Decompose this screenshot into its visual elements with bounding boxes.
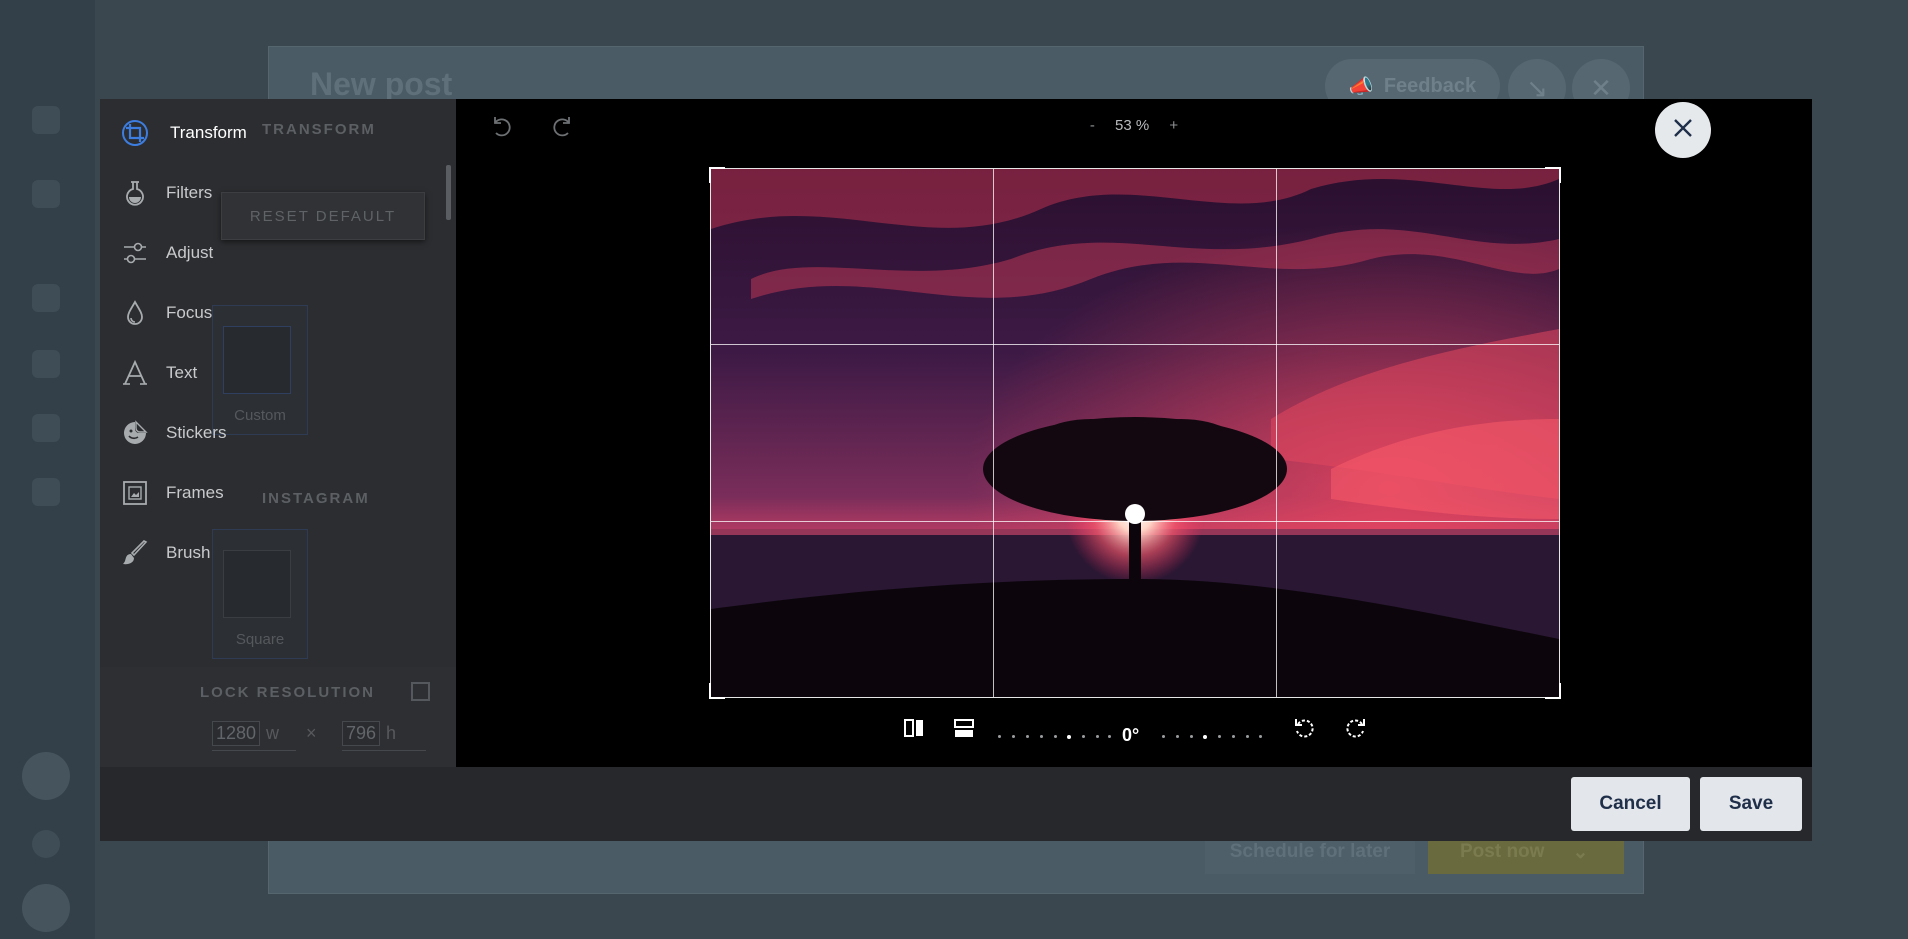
crop-icon: [120, 118, 150, 148]
bg-settings-icon: [32, 830, 60, 858]
filter-flask-icon: [120, 178, 150, 208]
bg-nav-icon: [32, 284, 60, 312]
height-value: 796: [342, 721, 381, 746]
menu-item-label: Adjust: [166, 243, 214, 262]
brush-icon: [120, 538, 150, 568]
bg-nav-icon: [32, 106, 60, 134]
close-icon: [1672, 117, 1694, 144]
flip-horizontal-button[interactable]: [900, 716, 928, 744]
menu-item-adjust[interactable]: Adjust: [120, 233, 213, 273]
rotate-right-button[interactable]: [1341, 716, 1369, 744]
crop-frame[interactable]: [710, 168, 1560, 698]
menu-item-label: Text: [166, 363, 198, 382]
zoom-in-button[interactable]: +: [1169, 117, 1178, 134]
crop-handle-top-left[interactable]: [709, 167, 725, 183]
editor-close-button[interactable]: [1655, 102, 1711, 158]
bg-nav-icon: [32, 180, 60, 208]
custom-ratio-preview: [223, 326, 291, 394]
bg-help-icon: [22, 752, 70, 800]
background-nav-rail: [0, 0, 95, 939]
editor-footer: [100, 767, 1812, 841]
rotate-right-icon: [1343, 716, 1367, 745]
custom-ratio-label: Custom: [234, 407, 286, 424]
panel-scrollbar[interactable]: [446, 165, 451, 220]
transform-section-heading: TRANSFORM: [262, 121, 376, 138]
menu-item-frames[interactable]: Frames: [120, 473, 224, 513]
width-input[interactable]: 1280 w: [212, 717, 296, 751]
crop-handle-bottom-right[interactable]: [1545, 683, 1561, 699]
rotation-slider-left[interactable]: [998, 735, 1111, 739]
rotate-left-button[interactable]: [1291, 716, 1319, 744]
menu-item-label: Transform: [170, 123, 247, 142]
zoom-control: - 53 % +: [456, 117, 1812, 134]
square-ratio-preview: [223, 550, 291, 618]
height-unit: h: [386, 723, 397, 743]
chevron-down-icon: ⌄: [1572, 841, 1589, 863]
width-unit: w: [266, 723, 280, 743]
sticker-icon: [120, 418, 150, 448]
times-separator: ×: [306, 723, 317, 743]
post-label: Post now: [1460, 841, 1545, 862]
bg-nav-icon: [32, 478, 60, 506]
flip-horizontal-icon: [903, 718, 925, 743]
bg-nav-icon: [32, 350, 60, 378]
crop-handle-bottom-left[interactable]: [709, 683, 725, 699]
bg-avatar: [22, 884, 70, 932]
rotation-slider-right[interactable]: [1162, 735, 1262, 739]
save-button[interactable]: Save: [1700, 777, 1802, 831]
cancel-button[interactable]: Cancel: [1571, 777, 1690, 831]
menu-item-label: Brush: [166, 543, 211, 562]
menu-item-label: Frames: [166, 483, 224, 502]
background-page-title: New post: [310, 66, 453, 102]
megaphone-icon: 📣: [1348, 75, 1374, 98]
menu-item-label: Stickers: [166, 423, 227, 442]
zoom-value: 53 %: [1115, 117, 1150, 134]
droplet-icon: [120, 298, 150, 328]
menu-item-stickers[interactable]: Stickers: [120, 413, 226, 453]
tool-panel: TRANSFORM RESET DEFAULT Custom INSTAGRAM…: [100, 99, 456, 767]
rotate-left-icon: [1293, 716, 1317, 745]
square-ratio-tile[interactable]: Square: [212, 529, 308, 659]
lock-resolution-checkbox[interactable]: [411, 682, 430, 701]
flip-vertical-icon: [954, 718, 974, 743]
bg-nav-icon: [32, 414, 60, 442]
feedback-label: Feedback: [1383, 74, 1477, 97]
sliders-icon: [120, 238, 150, 268]
square-ratio-label: Square: [235, 631, 285, 648]
flip-vertical-button[interactable]: [950, 716, 978, 744]
width-value: 1280: [212, 721, 261, 746]
zoom-out-button[interactable]: -: [1090, 117, 1095, 134]
frame-icon: [120, 478, 150, 508]
crop-handle-top-right[interactable]: [1545, 167, 1561, 183]
text-icon: [120, 358, 150, 388]
menu-item-focus[interactable]: Focus: [120, 293, 212, 333]
reset-default-button[interactable]: RESET DEFAULT: [221, 192, 425, 240]
instagram-section-heading: INSTAGRAM: [262, 490, 370, 507]
menu-item-brush[interactable]: Brush: [120, 533, 210, 573]
menu-item-text[interactable]: Text: [120, 353, 197, 393]
menu-item-transform[interactable]: Transform: [120, 113, 247, 153]
menu-item-label: Filters: [166, 183, 213, 202]
height-input[interactable]: 796 h: [342, 717, 426, 751]
rotation-angle-value: 0°: [1122, 725, 1140, 745]
menu-item-label: Focus: [166, 303, 213, 322]
lock-resolution-label: LOCK RESOLUTION: [200, 684, 375, 701]
menu-item-filters[interactable]: Filters: [120, 173, 212, 213]
